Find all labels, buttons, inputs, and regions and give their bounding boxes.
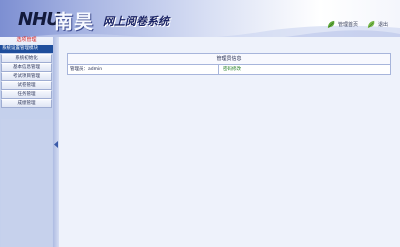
admin-row: 管理员：admin 密码修改 [68, 65, 390, 74]
sidebar-item-paper[interactable]: 试卷管理 [1, 81, 52, 90]
exit-icon [367, 20, 376, 29]
sidebar-current-module[interactable]: 系统设置管理模块 [0, 45, 53, 53]
sidebar-item-score[interactable]: 成绩管理 [1, 99, 52, 108]
admin-home-label: 管理首页 [338, 22, 359, 28]
exit-link[interactable]: 退出 [367, 20, 388, 29]
panel-title: 管理员信息 [68, 54, 390, 65]
admin-info-panel: 管理员信息 管理员：admin 密码修改 [67, 53, 391, 75]
admin-home-link[interactable]: 管理首页 [327, 20, 358, 29]
home-leaf-icon [327, 20, 336, 29]
sidebar-empty-area [1, 119, 52, 247]
sidebar-item-system-init[interactable]: 系统初始化 [1, 54, 52, 63]
sidebar-item-basic-info[interactable]: 基本信息管理 [1, 63, 52, 72]
sidebar-header-label: 选项管理 [16, 37, 37, 43]
main-content: 管理员信息 管理员：admin 密码修改 [59, 37, 400, 247]
arrow-left-icon [54, 141, 58, 148]
sidebar: 选项管理 系统设置管理模块 系统初始化 基本信息管理 考试项目管理 试卷管理 任… [0, 37, 53, 247]
exit-label: 退出 [378, 22, 389, 28]
sidebar-item-exam-project[interactable]: 考试项目管理 [1, 72, 52, 81]
system-title: 网上阅卷系统 [103, 15, 169, 28]
app-header: NHU 南昊 网上阅卷系统 管理首页 退出 [0, 0, 400, 41]
admin-name: 管理员：admin [68, 65, 219, 74]
sidebar-item-task[interactable]: 任务管理 [1, 90, 52, 99]
logo-chinese: 南昊 [54, 11, 95, 33]
sidebar-menu: 系统初始化 基本信息管理 考试项目管理 试卷管理 任务管理 成绩管理 [1, 54, 52, 108]
change-password-link[interactable]: 密码修改 [219, 65, 390, 74]
